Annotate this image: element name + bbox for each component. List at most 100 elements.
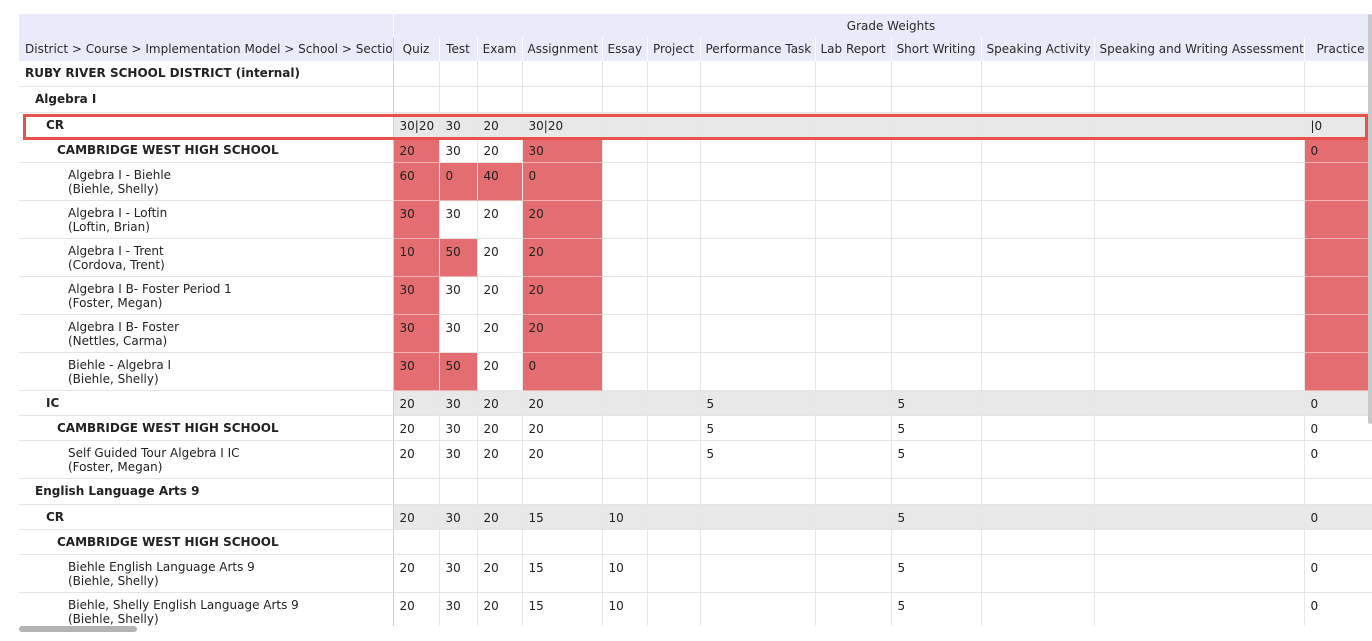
weight-cell[interactable] [393, 86, 440, 113]
weight-cell[interactable] [815, 554, 892, 593]
weight-cell[interactable] [981, 390, 1095, 416]
weight-cell[interactable] [815, 61, 892, 87]
weight-cell[interactable] [981, 61, 1095, 87]
weight-cell[interactable]: 0 [1304, 415, 1372, 441]
weight-cell[interactable]: 20 [522, 314, 603, 353]
weight-cell[interactable] [1304, 478, 1372, 505]
table-row[interactable]: CAMBRIDGE WEST HIGH SCHOOL 20 30 20 30 0 [19, 137, 1372, 163]
weight-cell[interactable]: 20 [477, 352, 523, 391]
weight-cell[interactable] [647, 314, 701, 353]
column-header-quiz[interactable]: Quiz [393, 37, 440, 61]
weight-cell[interactable]: 15 [522, 554, 603, 593]
weight-cell[interactable] [815, 352, 892, 391]
weight-cell[interactable] [647, 276, 701, 315]
weight-cell[interactable]: |0 [1304, 112, 1372, 138]
weight-cell[interactable] [815, 478, 892, 505]
weight-cell[interactable]: 30|20 [393, 112, 440, 138]
weight-cell[interactable] [477, 478, 523, 505]
weight-cell[interactable]: 20 [477, 112, 523, 138]
weight-cell[interactable] [815, 314, 892, 353]
weight-cell[interactable] [891, 276, 982, 315]
weight-cell[interactable] [981, 529, 1095, 555]
weight-cell[interactable] [1304, 352, 1372, 391]
table-row[interactable]: CAMBRIDGE WEST HIGH SCHOOL [19, 529, 1372, 555]
weight-cell[interactable] [891, 238, 982, 277]
horizontal-scrollbar[interactable] [19, 626, 137, 632]
column-header-project[interactable]: Project [647, 37, 701, 61]
weight-cell[interactable] [647, 137, 701, 163]
weight-cell[interactable]: 30 [393, 276, 440, 315]
weight-cell[interactable] [439, 61, 478, 87]
column-header-assignment[interactable]: Assignment [522, 37, 603, 61]
weight-cell[interactable]: 20 [393, 592, 440, 626]
weight-cell[interactable]: 20 [477, 390, 523, 416]
column-header-short-writing[interactable]: Short Writing [891, 37, 982, 61]
weight-cell[interactable]: 60 [393, 162, 440, 201]
weight-cell[interactable] [647, 504, 701, 530]
weight-cell[interactable] [647, 390, 701, 416]
weight-cell[interactable] [522, 86, 603, 113]
weight-cell[interactable]: 30 [439, 415, 478, 441]
weight-cell[interactable] [1094, 61, 1305, 87]
weight-cell[interactable]: 30 [439, 592, 478, 626]
weight-cell[interactable] [1304, 276, 1372, 315]
weight-cell[interactable] [647, 162, 701, 201]
table-row[interactable]: CAMBRIDGE WEST HIGH SCHOOL 20 30 20 20 5 5 0 [19, 415, 1372, 441]
weight-cell[interactable]: 10 [602, 592, 648, 626]
weight-cell[interactable] [602, 112, 648, 138]
table-row[interactable]: Algebra I - Loftin (Loftin, Brian) 30 30 20 2… [19, 200, 1372, 239]
weight-cell[interactable] [815, 592, 892, 626]
weight-cell[interactable] [1094, 86, 1305, 113]
weight-cell[interactable]: 0 [1304, 554, 1372, 593]
weight-cell[interactable]: 20 [393, 554, 440, 593]
column-header-practice-a[interactable]: Practice A [1304, 37, 1372, 61]
weight-cell[interactable]: 30 [439, 276, 478, 315]
weight-cell[interactable] [439, 86, 478, 113]
weight-cell[interactable] [981, 504, 1095, 530]
weight-cell[interactable] [602, 352, 648, 391]
weight-cell[interactable] [1094, 162, 1305, 201]
weight-cell[interactable] [700, 592, 816, 626]
weight-cell[interactable]: 10 [602, 504, 648, 530]
weight-cell[interactable] [1304, 529, 1372, 555]
weight-cell[interactable]: 20 [393, 440, 440, 479]
weight-cell[interactable]: 5 [700, 415, 816, 441]
weight-cell[interactable] [1094, 504, 1305, 530]
weight-cell[interactable]: 0 [1304, 390, 1372, 416]
weight-cell[interactable] [815, 529, 892, 555]
weight-cell[interactable] [815, 276, 892, 315]
weight-cell[interactable] [522, 478, 603, 505]
weight-cell[interactable]: 30 [439, 112, 478, 138]
weight-cell[interactable]: 0 [1304, 504, 1372, 530]
weight-cell[interactable] [1094, 200, 1305, 239]
table-row[interactable]: Algebra I - Biehle (Biehle, Shelly) 60 0 40 0 [19, 162, 1372, 201]
weight-cell[interactable] [700, 112, 816, 138]
weight-cell[interactable] [647, 415, 701, 441]
weight-cell[interactable] [815, 200, 892, 239]
weight-cell[interactable] [1094, 238, 1305, 277]
weight-cell[interactable] [815, 112, 892, 138]
weight-cell[interactable] [891, 61, 982, 87]
weight-cell[interactable] [700, 61, 816, 87]
column-header-test[interactable]: Test [439, 37, 478, 61]
weight-cell[interactable] [981, 86, 1095, 113]
column-header-speaking-and-writing-assessment[interactable]: Speaking and Writing Assessment [1094, 37, 1305, 61]
weight-cell[interactable]: 10 [393, 238, 440, 277]
weight-cell[interactable] [647, 440, 701, 479]
table-row[interactable]: IC 20 30 20 20 5 5 0 [19, 390, 1372, 416]
weight-cell[interactable]: 20 [477, 238, 523, 277]
vertical-scrollbar[interactable] [1368, 14, 1372, 424]
weight-cell[interactable]: 5 [891, 504, 982, 530]
weight-cell[interactable] [1094, 276, 1305, 315]
weight-cell[interactable] [891, 352, 982, 391]
weight-cell[interactable]: 20 [522, 415, 603, 441]
weight-cell[interactable] [477, 529, 523, 555]
weight-cell[interactable]: 20 [393, 415, 440, 441]
weight-cell[interactable] [602, 390, 648, 416]
weight-cell[interactable] [647, 529, 701, 555]
weight-cell[interactable]: 20 [477, 200, 523, 239]
weight-cell[interactable]: 20 [522, 200, 603, 239]
weight-cell[interactable]: 0 [522, 352, 603, 391]
weight-cell[interactable] [981, 162, 1095, 201]
table-row[interactable]: Self Guided Tour Algebra I IC (Foster, Me… [19, 440, 1372, 479]
